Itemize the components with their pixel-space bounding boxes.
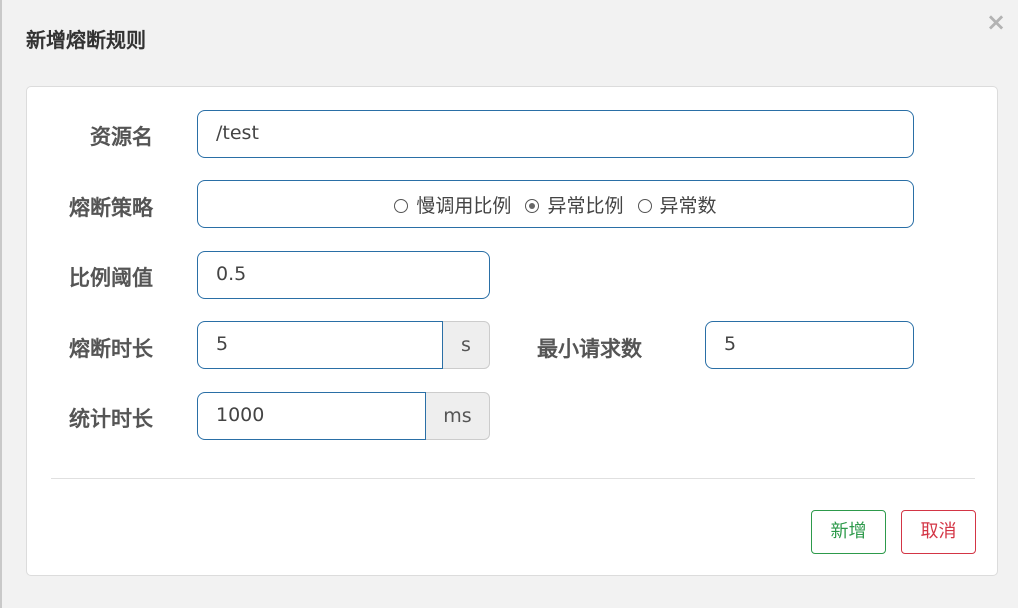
resource-label: 资源名 <box>90 125 153 149</box>
resource-input[interactable]: /test <box>197 110 914 158</box>
min-request-label: 最小请求数 <box>537 337 642 361</box>
window-edge <box>0 0 2 608</box>
duration-label: 熔断时长 <box>69 337 153 361</box>
close-icon[interactable]: × <box>984 8 1008 36</box>
radio-exception-ratio-label: 异常比例 <box>547 195 624 217</box>
ratio-label: 比例阈值 <box>69 266 153 290</box>
stat-interval-unit: ms <box>426 392 490 440</box>
divider <box>51 478 975 479</box>
strategy-radio-group: 慢调用比例 异常比例 异常数 <box>197 180 914 228</box>
add-button[interactable]: 新增 <box>811 510 886 554</box>
radio-slow-ratio[interactable]: 慢调用比例 <box>394 194 511 218</box>
cancel-button[interactable]: 取消 <box>901 510 976 554</box>
radio-slow-ratio-label: 慢调用比例 <box>416 195 512 217</box>
radio-exception-count-circle[interactable] <box>637 199 652 213</box>
duration-unit: s <box>443 321 490 369</box>
stat-interval-input[interactable]: 1000 <box>197 392 426 440</box>
radio-exception-count[interactable]: 异常数 <box>637 194 717 218</box>
radio-slow-ratio-circle[interactable] <box>394 199 409 213</box>
min-request-input[interactable]: 5 <box>705 321 914 369</box>
radio-exception-count-label: 异常数 <box>659 195 717 217</box>
form-panel: 资源名 /test 熔断策略 慢调用比例 异常比例 异常数 比例阈值 0.5 熔… <box>26 86 998 576</box>
duration-input[interactable]: 5 <box>197 321 443 369</box>
ratio-input[interactable]: 0.5 <box>197 251 490 299</box>
dialog-title: 新增熔断规则 <box>26 28 146 52</box>
stat-interval-label: 统计时长 <box>69 407 153 431</box>
strategy-label: 熔断策略 <box>69 196 153 220</box>
radio-exception-ratio[interactable]: 异常比例 <box>525 194 624 218</box>
radio-exception-ratio-circle[interactable] <box>525 199 540 213</box>
